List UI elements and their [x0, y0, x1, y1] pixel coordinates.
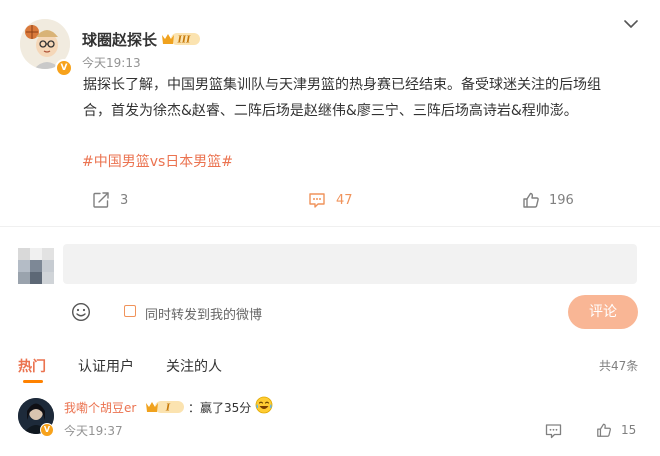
- comment-total: 共47条: [599, 359, 639, 373]
- like-count: 196: [549, 192, 574, 208]
- smiley-icon[interactable]: [71, 302, 91, 322]
- tab-verified-users[interactable]: 认证用户: [78, 356, 134, 376]
- verified-v-icon: V: [40, 423, 54, 437]
- repost-count: 3: [120, 192, 129, 208]
- active-tab-indicator: [23, 380, 43, 383]
- post-text: 据探长了解，中国男篮集训队与天津男篮的热身赛已经结束。备受球迷关注的后场组合，首…: [83, 77, 601, 119]
- comment-like-count: 15: [621, 423, 637, 437]
- comment-time: 今天19:37: [64, 424, 123, 438]
- comment-like-button[interactable]: 15: [596, 422, 636, 438]
- repost-icon: [93, 192, 109, 208]
- author-name[interactable]: 球圈赵探长: [82, 29, 157, 50]
- comment-input[interactable]: [63, 244, 637, 284]
- thumbs-up-icon: [597, 423, 611, 437]
- comment-button[interactable]: 47: [308, 191, 353, 209]
- like-button[interactable]: 196: [522, 191, 574, 209]
- member-level-text: III: [177, 36, 191, 46]
- repost-check-label[interactable]: 同时转发到我的微博: [145, 304, 262, 323]
- verified-v-icon: V: [55, 59, 73, 77]
- chevron-down-icon[interactable]: [622, 16, 640, 30]
- comment-icon[interactable]: [545, 423, 562, 443]
- tab-hot[interactable]: 热门: [18, 356, 46, 376]
- laughing-tears-emoji-icon: [255, 396, 273, 414]
- member-badge-icon[interactable]: III: [161, 31, 201, 47]
- post-time[interactable]: 今天19:13: [82, 54, 141, 71]
- member-level-text: I: [165, 404, 171, 414]
- hashtag-link[interactable]: #中国男篮vs日本男篮#: [82, 151, 233, 171]
- comment-count: 47: [336, 192, 353, 208]
- commenter-name[interactable]: 我嘞个胡豆er: [64, 399, 136, 416]
- comment-text: ：赢了35分: [188, 401, 252, 415]
- repost-checkbox[interactable]: [124, 305, 136, 317]
- tab-following[interactable]: 关注的人: [166, 356, 222, 376]
- current-user-avatar: [18, 248, 54, 284]
- repost-button[interactable]: 3: [92, 191, 128, 209]
- comment-icon: [309, 193, 325, 208]
- submit-comment-button[interactable]: 评论: [568, 295, 638, 329]
- thumbs-up-icon: [523, 192, 539, 208]
- divider: [0, 226, 660, 227]
- member-badge-icon[interactable]: I: [145, 399, 185, 415]
